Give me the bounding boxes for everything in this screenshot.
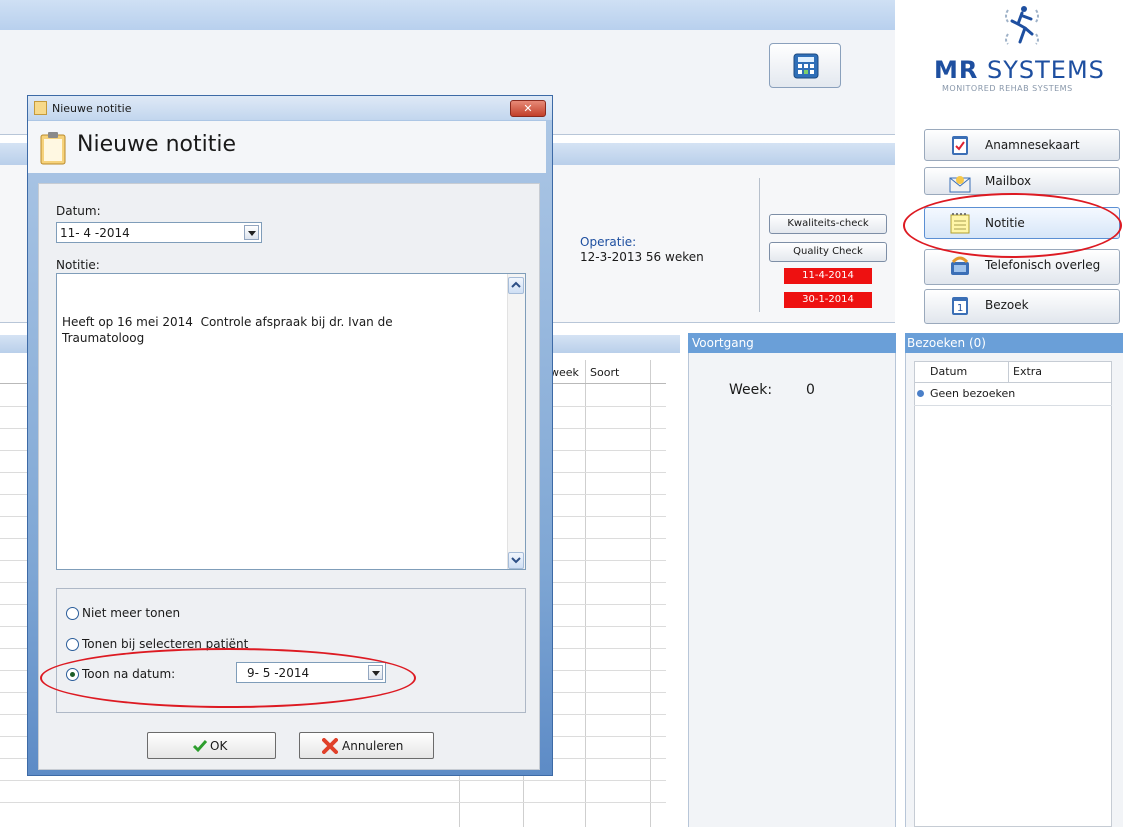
envelope-icon <box>949 176 971 193</box>
button-label: Bezoek <box>985 298 1029 312</box>
datum-label: Datum: <box>56 204 101 218</box>
notepad-icon <box>34 101 47 115</box>
logo-subtitle: MONITORED REHAB SYSTEMS <box>942 84 1073 93</box>
column-header-soort[interactable]: Soort <box>590 366 619 379</box>
chevron-down-icon <box>511 557 521 564</box>
annuleren-button[interactable]: Annuleren <box>299 732 434 759</box>
notitie-label: Notitie: <box>56 258 100 272</box>
week-value: 0 <box>806 382 815 398</box>
clipboard-check-icon <box>952 136 968 155</box>
quality-check-button[interactable]: Quality Check <box>769 242 887 262</box>
logo-text-systems: SYSTEMS <box>987 56 1105 84</box>
dialog-heading: Nieuwe notitie <box>77 132 236 157</box>
date-badge: 11-4-2014 <box>784 268 872 284</box>
column-header-week[interactable]: week <box>550 366 579 379</box>
dialog-window-title: Nieuwe notitie <box>52 102 132 115</box>
ok-label: OK <box>210 739 228 753</box>
operatie-label: Operatie: <box>580 235 637 249</box>
radio-label: Niet meer tonen <box>82 606 181 620</box>
column-header-datum[interactable]: Datum <box>914 361 1009 383</box>
calculator-icon <box>793 53 819 79</box>
bezoeken-header: Bezoeken (0) <box>905 333 1123 353</box>
radio-tonen-bij-selecteren[interactable] <box>66 638 79 651</box>
calculator-button[interactable] <box>769 43 841 88</box>
table-row[interactable]: Geen bezoeken <box>914 384 1112 406</box>
close-button[interactable]: ✕ <box>510 100 546 117</box>
mr-systems-logo: MR SYSTEMS MONITORED REHAB SYSTEMS <box>908 0 1123 125</box>
chevron-up-icon <box>511 281 521 288</box>
button-label: Telefonisch overleg <box>985 258 1101 272</box>
scrollbar[interactable] <box>507 274 525 569</box>
clipboard-icon <box>40 132 66 165</box>
column-header-extra[interactable]: Extra <box>1009 361 1112 383</box>
highlight-annotation <box>40 648 416 708</box>
button-label: Mailbox <box>985 174 1032 188</box>
ok-button[interactable]: OK <box>147 732 276 759</box>
row-bullet-icon <box>917 390 924 397</box>
voortgang-panel <box>688 353 896 827</box>
date-badge: 30-1-2014 <box>784 292 872 308</box>
mailbox-button[interactable]: Mailbox <box>924 167 1120 195</box>
scroll-down-button[interactable] <box>508 552 524 569</box>
bezoek-button[interactable]: 1 Bezoek <box>924 289 1120 324</box>
highlight-annotation <box>903 193 1122 258</box>
operatie-value: 12-3-2013 56 weken <box>580 250 704 264</box>
datum-value: 11- 4 -2014 <box>60 226 130 240</box>
divider <box>759 178 760 312</box>
notitie-text[interactable]: Heeft op 16 mei 2014 Controle afspraak b… <box>62 314 492 346</box>
chevron-down-icon[interactable] <box>244 225 259 240</box>
bezoeken-table[interactable] <box>914 361 1112 827</box>
top-bar <box>0 0 895 30</box>
kwaliteits-check-button[interactable]: Kwaliteits-check <box>769 214 887 234</box>
annuleren-label: Annuleren <box>342 739 404 753</box>
radio-niet-meer-tonen[interactable] <box>66 607 79 620</box>
button-label: Anamnesekaart <box>985 138 1080 152</box>
datum-date-picker[interactable]: 11- 4 -2014 <box>56 222 262 243</box>
runner-logo-icon <box>1005 6 1039 45</box>
week-label: Week: <box>729 382 773 398</box>
anamnesekaart-button[interactable]: Anamnesekaart <box>924 129 1120 161</box>
svg-text:1: 1 <box>957 303 963 314</box>
checkmark-icon <box>192 739 208 756</box>
calendar-icon: 1 <box>952 297 968 315</box>
close-icon <box>322 738 338 757</box>
telephone-icon <box>951 256 969 275</box>
scroll-up-button[interactable] <box>508 277 524 294</box>
voortgang-header: Voortgang <box>688 333 896 353</box>
logo-text-mr: MR <box>934 56 979 84</box>
